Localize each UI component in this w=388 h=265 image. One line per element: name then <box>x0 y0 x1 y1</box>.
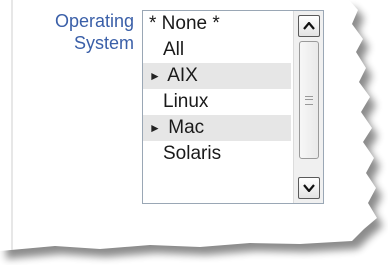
option-label: Mac <box>168 117 205 138</box>
label-line-2: System <box>73 33 134 53</box>
triangle-up-icon <box>303 22 315 30</box>
option-label: Solaris <box>163 143 222 164</box>
option-solaris[interactable]: Solaris <box>143 141 291 167</box>
triangle-right-icon: ► <box>149 69 161 83</box>
option-all[interactable]: All <box>143 37 291 63</box>
option-mac[interactable]: ► Mac <box>143 115 291 141</box>
triangle-down-icon <box>303 184 315 192</box>
option-label: Linux <box>163 91 209 112</box>
option-aix[interactable]: ► AIX <box>143 63 291 89</box>
scroll-down-button[interactable] <box>298 177 320 199</box>
grip-icon <box>305 95 313 105</box>
triangle-right-icon: ► <box>149 121 161 135</box>
options-list: * None * All ► AIX Linux ► Mac Solaris <box>143 11 291 167</box>
scroll-thumb[interactable] <box>299 41 319 159</box>
operating-system-label: Operating System <box>8 10 134 54</box>
label-line-1: Operating <box>54 11 134 31</box>
operating-system-listbox[interactable]: * None * All ► AIX Linux ► Mac Solaris <box>142 10 324 204</box>
scroll-up-button[interactable] <box>298 15 320 37</box>
option-label: * None * <box>149 13 220 34</box>
option-none[interactable]: * None * <box>143 11 291 37</box>
vertical-scrollbar[interactable] <box>293 11 323 203</box>
option-label: AIX <box>167 65 198 86</box>
option-linux[interactable]: Linux <box>143 89 291 115</box>
option-label: All <box>163 39 185 60</box>
